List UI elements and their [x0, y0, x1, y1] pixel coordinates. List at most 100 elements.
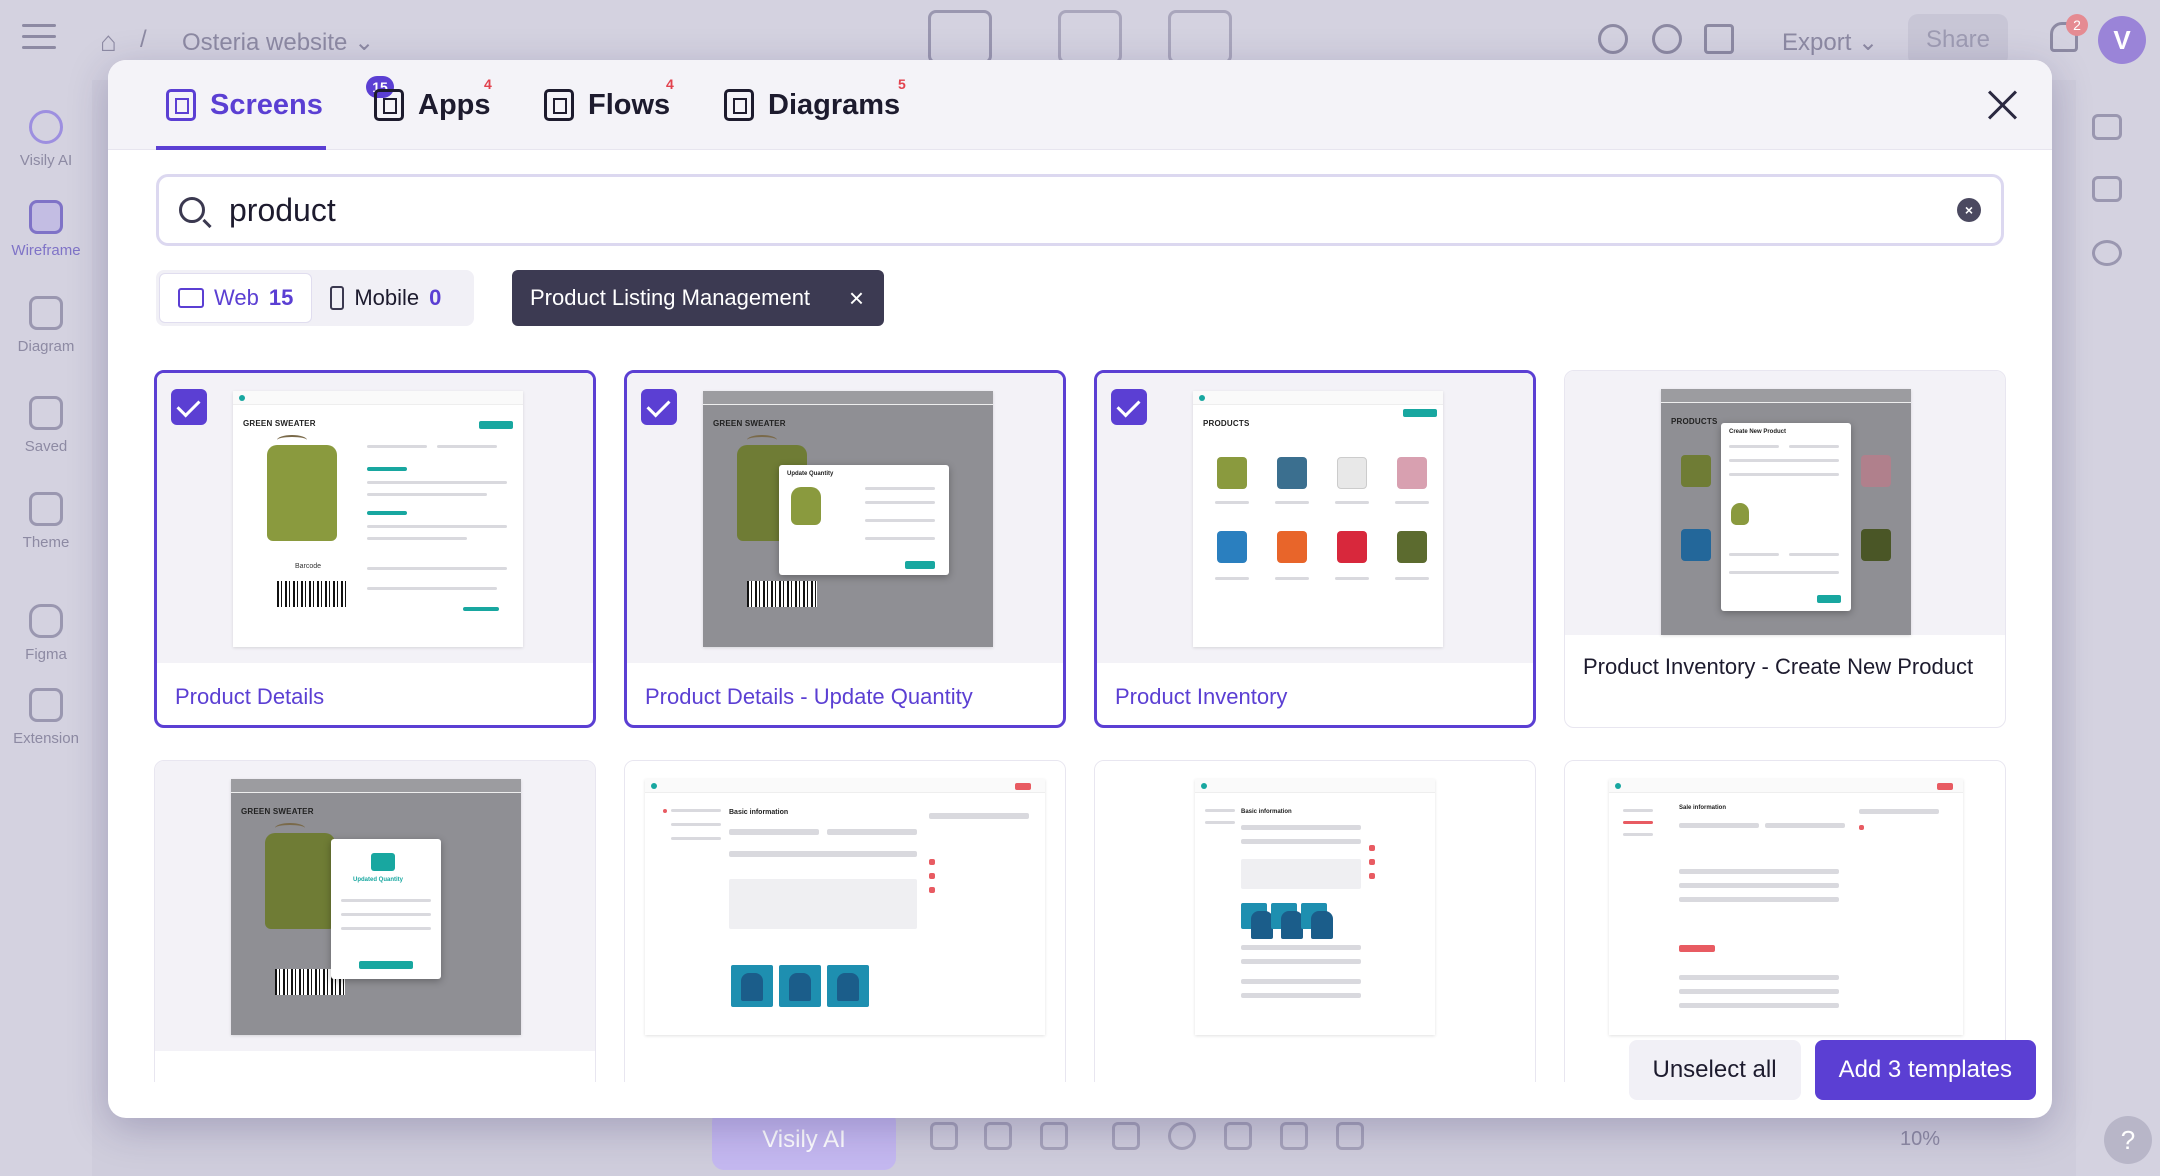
checkbox-checked-icon[interactable]	[171, 389, 207, 425]
add-templates-button[interactable]: Add 3 templates	[1814, 1040, 2036, 1100]
template-card[interactable]: PRODUCTS Create New Product Product Inve…	[1564, 370, 2006, 728]
home-icon[interactable]: ⌂	[100, 26, 117, 58]
template-preview-image: PRODUCTS	[1193, 391, 1443, 647]
template-thumbnail: GREEN SWEATER Barcode	[157, 373, 593, 663]
close-icon[interactable]	[1986, 88, 2020, 122]
design-mode-button[interactable]	[928, 10, 992, 64]
template-preview-image: GREEN SWEATER Barcode	[233, 391, 523, 647]
modal-footer: Unselect all Add 3 templates	[1628, 1040, 2036, 1100]
sidebar-item-label: Theme	[22, 534, 70, 551]
sidebar-item-wireframe[interactable]: Wireframe	[0, 200, 92, 259]
play-icon[interactable]	[1704, 24, 1734, 54]
template-card[interactable]: GREEN SWEATER Updated Quantity	[154, 760, 596, 1082]
screen-icon	[166, 89, 196, 121]
web-filter-button[interactable]: Web 15	[159, 273, 313, 323]
hand-tool-icon[interactable]	[1336, 1122, 1364, 1150]
mock-barcode-label: Barcode	[295, 563, 322, 570]
remove-filter-icon[interactable]: ×	[849, 285, 864, 311]
puzzle-icon	[29, 688, 63, 722]
prototype-mode-button[interactable]	[1058, 10, 1122, 64]
unselect-all-button[interactable]: Unselect all	[1628, 1040, 1801, 1100]
components-tool-icon[interactable]	[984, 1122, 1012, 1150]
add-tool-icon[interactable]	[930, 1122, 958, 1150]
web-label: Web	[214, 285, 259, 310]
search-icon	[179, 197, 205, 223]
modal-tab-bar: Screens 15 Apps 4 Flows 4 Diagrams 5	[108, 60, 2052, 150]
mock-dialog-title: Create New Product	[1729, 429, 1787, 435]
note-tool-icon[interactable]	[1224, 1122, 1252, 1150]
export-button[interactable]: Export ⌄	[1782, 28, 1878, 57]
sidebar-item-figma[interactable]: Figma	[0, 604, 92, 663]
tab-label: Screens	[210, 88, 323, 121]
mock-title: GREEN SWEATER	[713, 419, 786, 428]
template-card[interactable]: GREEN SWEATER Update Quantity Product De…	[624, 370, 1066, 728]
add-icon[interactable]	[1652, 24, 1682, 54]
template-thumbnail: PRODUCTS Create New Product	[1565, 371, 2005, 635]
search-icon[interactable]	[1598, 24, 1628, 54]
chip-label: Product Listing Management	[530, 285, 811, 310]
mobile-filter-button[interactable]: Mobile 0	[312, 273, 459, 323]
share-button[interactable]: Share	[1908, 14, 2008, 66]
search-field[interactable]: ×	[156, 174, 2004, 246]
sidebar-item-visily-ai[interactable]: Visily AI	[0, 110, 92, 169]
sparkle-icon	[29, 110, 63, 144]
template-thumbnail: GREEN SWEATER Update Quantity	[627, 373, 1063, 663]
template-card[interactable]: PRODUCTS Product Inventory	[1094, 370, 1536, 728]
mock-title: Basic information	[729, 809, 789, 816]
template-card[interactable]: GREEN SWEATER Barcode Product Details	[154, 370, 596, 728]
tab-flows[interactable]: Flows 4	[544, 60, 674, 150]
tab-screens[interactable]: Screens 15	[166, 60, 394, 150]
tab-apps[interactable]: Apps 4	[374, 60, 492, 150]
visily-ai-button[interactable]: Visily AI	[712, 1110, 896, 1170]
tab-count-badge: 4	[666, 76, 674, 92]
avatar[interactable]: V	[2098, 16, 2146, 64]
search-input[interactable]	[229, 191, 1957, 229]
sidebar-item-label: Visily AI	[19, 152, 73, 169]
tab-label: Apps	[418, 88, 491, 121]
template-preview-image: GREEN SWEATER Update Quantity	[703, 391, 993, 647]
mock-title: Basic information	[1241, 809, 1292, 815]
layers-icon[interactable]	[2092, 176, 2122, 202]
project-name-dropdown[interactable]: Osteria website ⌄	[182, 28, 374, 57]
zoom-level[interactable]: 10%	[1900, 1128, 1940, 1151]
template-title: Product Inventory - Create New Product	[1583, 654, 1974, 679]
help-button[interactable]: ?	[2104, 1116, 2152, 1164]
breadcrumb-separator: /	[140, 26, 147, 53]
sidebar-item-extension[interactable]: Extension	[0, 688, 92, 747]
clear-search-icon[interactable]: ×	[1957, 198, 1981, 222]
template-title: Product Details - Update Quantity	[645, 684, 973, 709]
diagram-icon	[724, 89, 754, 121]
sidebar-item-saved[interactable]: Saved	[0, 396, 92, 455]
right-rail	[2076, 80, 2160, 1176]
sidebar-item-label: Extension	[13, 730, 79, 747]
template-card[interactable]: Basic information	[624, 760, 1066, 1082]
template-thumbnail: Basic information	[1095, 761, 1535, 1051]
template-card[interactable]: Sale information	[1564, 760, 2006, 1082]
mock-dialog-title: Updated Quantity	[353, 877, 404, 883]
checkbox-checked-icon[interactable]	[1111, 389, 1147, 425]
menu-icon[interactable]	[22, 24, 56, 54]
handoff-mode-button[interactable]	[1168, 10, 1232, 64]
theme-icon	[29, 492, 63, 526]
sidebar-item-diagram[interactable]: Diagram	[0, 296, 92, 355]
mock-dialog: Create New Product	[1721, 423, 1851, 611]
template-picker-modal: Screens 15 Apps 4 Flows 4 Diagrams 5 × W…	[108, 60, 2052, 1118]
emoji-tool-icon[interactable]	[1168, 1122, 1196, 1150]
template-preview-image: Sale information	[1609, 779, 1963, 1035]
app-icon	[374, 89, 404, 121]
sidebar-item-theme[interactable]: Theme	[0, 492, 92, 551]
flow-tool-icon[interactable]	[1040, 1122, 1068, 1150]
figma-icon	[29, 604, 63, 638]
pen-tool-icon[interactable]	[1280, 1122, 1308, 1150]
category-filter-chip[interactable]: Product Listing Management ×	[512, 270, 884, 326]
mock-title: PRODUCTS	[1671, 417, 1718, 426]
sidebar-item-label: Wireframe	[11, 242, 81, 259]
text-tool-icon[interactable]	[1112, 1122, 1140, 1150]
sliders-icon[interactable]	[2092, 114, 2122, 140]
template-grid: GREEN SWEATER Barcode Product Details GR…	[154, 370, 2006, 1082]
comment-icon[interactable]	[2092, 240, 2122, 266]
template-card[interactable]: Basic information	[1094, 760, 1536, 1082]
project-name: Osteria website	[182, 29, 348, 56]
checkbox-checked-icon[interactable]	[641, 389, 677, 425]
tab-diagrams[interactable]: Diagrams 5	[724, 60, 906, 150]
